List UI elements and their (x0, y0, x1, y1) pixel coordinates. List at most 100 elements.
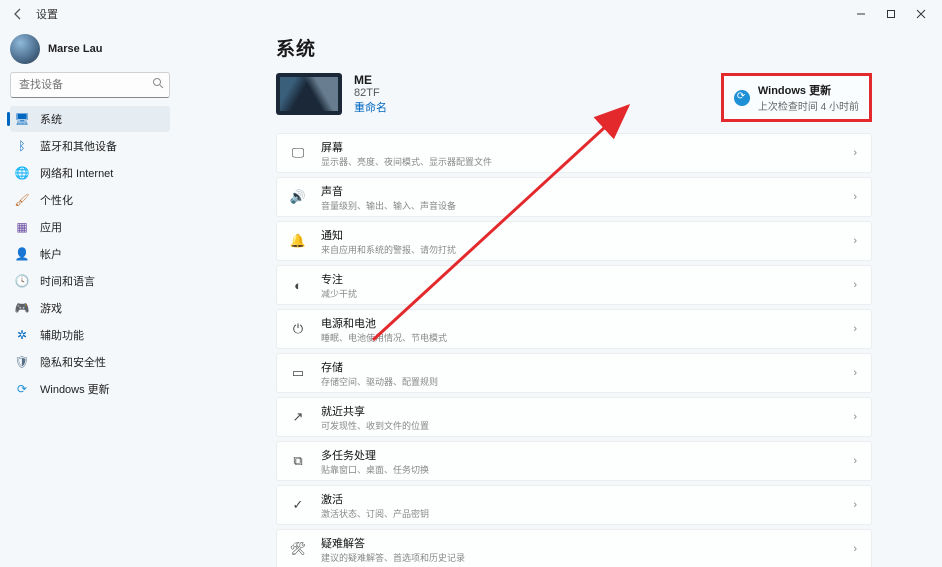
chevron-right-icon: › (853, 235, 857, 247)
gaming-icon: 🎮 (14, 300, 30, 316)
multitask-icon: ⧉ (289, 453, 307, 469)
sidebar-item-personalize[interactable]: 🖌个性化 (10, 187, 170, 213)
settings-row-display[interactable]: 🖵 屏幕显示器、亮度、夜间模式、显示器配置文件 › (276, 133, 872, 173)
activate-icon: ✓ (289, 497, 307, 513)
user-block[interactable]: Marse Lau (10, 34, 170, 64)
sidebar-item-label: 时间和语言 (40, 273, 95, 289)
sidebar-item-system[interactable]: 🖥系统 (10, 106, 170, 132)
windows-update-title: Windows 更新 (758, 82, 859, 98)
settings-row-title: 通知 (321, 227, 839, 243)
sidebar-item-network[interactable]: 🌐 网络和 Internet (10, 160, 170, 186)
sidebar-item-label: Windows 更新 (40, 381, 110, 397)
apps-icon: ▦ (14, 219, 30, 235)
nav: 🖥系统 ᛒ 蓝牙和其他设备 🌐 网络和 Internet 🖌个性化 ▦ 应用 👤 帐户 🕓时间和语言… (10, 106, 170, 402)
sidebar-item-label: 游戏 (40, 300, 62, 316)
network-icon: 🌐 (14, 165, 30, 181)
settings-row-title: 屏幕 (321, 139, 839, 155)
chevron-right-icon: › (853, 367, 857, 379)
settings-row-power[interactable]: ⏻ 电源和电池睡眠、电池使用情况、节电模式 › (276, 309, 872, 349)
settings-row-notify[interactable]: 🔔 通知来自应用和系统的警报、请勿打扰 › (276, 221, 872, 261)
share-icon: ↗ (289, 409, 307, 425)
settings-row-share[interactable]: ↗ 就近共享可发现性、收到文件的位置 › (276, 397, 872, 437)
accounts-icon: 👤 (14, 246, 30, 262)
minimize-button[interactable] (846, 2, 876, 26)
settings-row-title: 多任务处理 (321, 447, 839, 463)
sidebar-item-accessibility[interactable]: ✲辅助功能 (10, 322, 170, 348)
back-button[interactable] (6, 2, 30, 26)
settings-row-troubleshoot[interactable]: 🛠 疑难解答建议的疑难解答、首选项和历史记录 › (276, 529, 872, 567)
power-icon: ⏻ (289, 321, 307, 337)
settings-row-title: 声音 (321, 183, 839, 199)
sidebar-item-accounts[interactable]: 👤 帐户 (10, 241, 170, 267)
sidebar-item-time-lang[interactable]: 🕓时间和语言 (10, 268, 170, 294)
settings-row-sound[interactable]: 🔊 声音音量级别、输出、输入、声音设备 › (276, 177, 872, 217)
troubleshoot-icon: 🛠 (289, 541, 307, 557)
accessibility-icon: ✲ (14, 327, 30, 343)
bluetooth-icon: ᛒ (14, 138, 30, 154)
sidebar-item-update[interactable]: ⟳Windows 更新 (10, 376, 170, 402)
user-name: Marse Lau (48, 43, 102, 55)
device-name: ME (354, 73, 387, 87)
search-box[interactable] (10, 72, 170, 98)
notify-icon: 🔔 (289, 233, 307, 249)
avatar (10, 34, 40, 64)
sidebar: Marse Lau 🖥系统 ᛒ 蓝牙和其他设备 🌐 网络和 Internet 🖌个性化 ▦ 应… (0, 28, 178, 567)
settings-row-title: 存储 (321, 359, 839, 375)
sidebar-item-label: 帐户 (40, 246, 62, 262)
sound-icon: 🔊 (289, 189, 307, 205)
sidebar-item-label: 隐私和安全性 (40, 354, 106, 370)
windows-update-subtitle: 上次检查时间 4 小时前 (758, 98, 859, 113)
chevron-right-icon: › (853, 191, 857, 203)
sidebar-item-label: 个性化 (40, 192, 73, 208)
titlebar: 设置 (0, 0, 942, 28)
settings-row-subtitle: 可发现性、收到文件的位置 (321, 419, 839, 432)
settings-row-subtitle: 减少干扰 (321, 287, 839, 300)
sidebar-item-label: 应用 (40, 219, 62, 235)
chevron-right-icon: › (853, 147, 857, 159)
page-heading: 系统 (276, 34, 872, 61)
settings-row-title: 疑难解答 (321, 535, 839, 551)
chevron-right-icon: › (853, 279, 857, 291)
main-panel: 系统 ME 82TF 重命名 Windows 更新 上次检查时间 4 小时前 🖵… (178, 28, 942, 567)
sidebar-item-label: 蓝牙和其他设备 (40, 138, 117, 154)
close-button[interactable] (906, 2, 936, 26)
settings-row-subtitle: 音量级别、输出、输入、声音设备 (321, 199, 839, 212)
windows-update-card[interactable]: Windows 更新 上次检查时间 4 小时前 (721, 73, 872, 122)
settings-row-subtitle: 贴靠窗口、桌面、任务切换 (321, 463, 839, 476)
settings-row-subtitle: 激活状态、订阅、产品密钥 (321, 507, 839, 520)
maximize-button[interactable] (876, 2, 906, 26)
settings-row-activate[interactable]: ✓激活激活状态、订阅、产品密钥› (276, 485, 872, 525)
settings-row-subtitle: 睡眠、电池使用情况、节电模式 (321, 331, 839, 344)
chevron-right-icon: › (853, 499, 857, 511)
chevron-right-icon: › (853, 323, 857, 335)
settings-row-focus[interactable]: ◐专注减少干扰› (276, 265, 872, 305)
settings-row-subtitle: 显示器、亮度、夜间模式、显示器配置文件 (321, 155, 839, 168)
sidebar-item-label: 网络和 Internet (40, 165, 113, 181)
sidebar-item-privacy[interactable]: 🛡 隐私和安全性 (10, 349, 170, 375)
settings-row-subtitle: 来自应用和系统的警报、请勿打扰 (321, 243, 839, 256)
settings-row-subtitle: 建议的疑难解答、首选项和历史记录 (321, 551, 839, 564)
sidebar-item-apps[interactable]: ▦ 应用 (10, 214, 170, 240)
sidebar-item-gaming[interactable]: 🎮 游戏 (10, 295, 170, 321)
settings-row-title: 就近共享 (321, 403, 839, 419)
device-row: ME 82TF 重命名 Windows 更新 上次检查时间 4 小时前 (276, 73, 872, 115)
settings-row-multitask[interactable]: ⧉ 多任务处理贴靠窗口、桌面、任务切换 › (276, 441, 872, 481)
search-input[interactable] (10, 72, 170, 98)
window-title: 设置 (36, 6, 58, 22)
device-thumbnail[interactable] (276, 73, 342, 115)
storage-icon: ▭ (289, 365, 307, 381)
settings-row-subtitle: 存储空间、驱动器、配置规则 (321, 375, 839, 388)
sidebar-item-bluetooth[interactable]: ᛒ 蓝牙和其他设备 (10, 133, 170, 159)
device-model: 82TF (354, 87, 387, 99)
rename-link[interactable]: 重命名 (354, 99, 387, 115)
display-icon: 🖵 (289, 145, 307, 161)
chevron-right-icon: › (853, 411, 857, 423)
privacy-icon: 🛡 (14, 354, 30, 370)
settings-row-storage[interactable]: ▭ 存储存储空间、驱动器、配置规则 › (276, 353, 872, 393)
settings-row-title: 电源和电池 (321, 315, 839, 331)
settings-list: 🖵 屏幕显示器、亮度、夜间模式、显示器配置文件 › 🔊 声音音量级别、输出、输入、声音设… (276, 133, 872, 567)
settings-row-title: 专注 (321, 271, 839, 287)
chevron-right-icon: › (853, 455, 857, 467)
chevron-right-icon: › (853, 543, 857, 555)
search-icon (152, 77, 164, 92)
